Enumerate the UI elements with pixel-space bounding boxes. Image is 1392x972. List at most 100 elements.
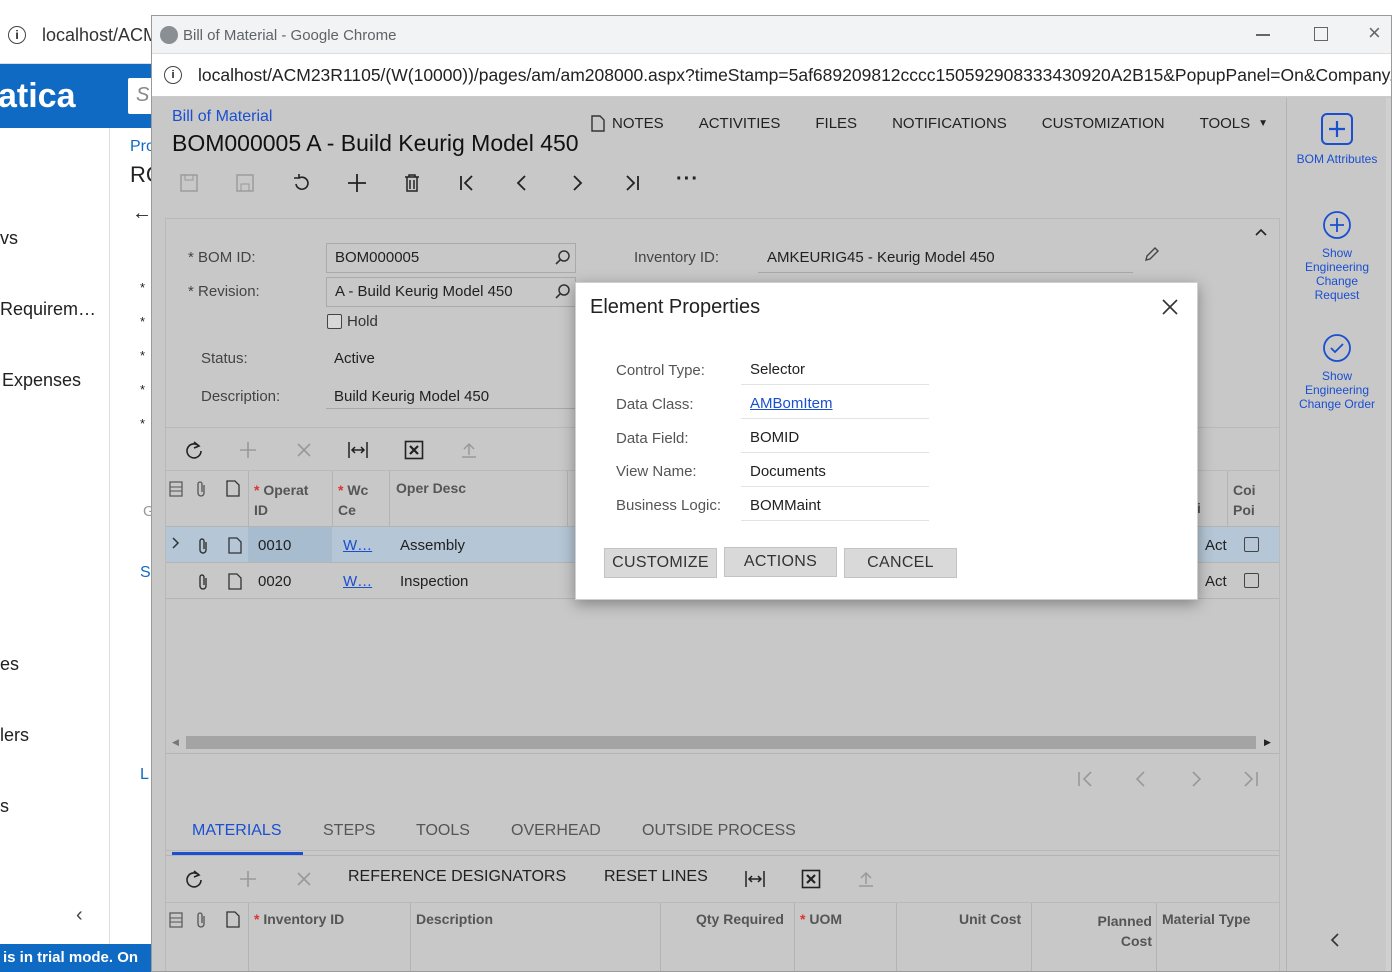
pager-previous-icon[interactable] xyxy=(1132,770,1150,788)
notifications-menu[interactable]: NOTIFICATIONS xyxy=(892,115,1007,132)
last-record-icon[interactable] xyxy=(621,172,643,194)
upload-icon[interactable] xyxy=(459,440,479,460)
right-cell[interactable]: Act xyxy=(1205,537,1227,554)
tools-menu[interactable]: TOOLS xyxy=(1200,115,1251,132)
undo-icon[interactable] xyxy=(290,172,312,194)
collapse-panel-chevron-icon[interactable] xyxy=(1329,932,1341,948)
header-work-center[interactable]: * Wc Ce xyxy=(338,480,378,520)
attachment-icon[interactable] xyxy=(196,573,210,591)
operation-id-cell[interactable]: 0020 xyxy=(258,573,291,590)
delete-icon[interactable] xyxy=(401,172,423,194)
header-uom[interactable]: * UOM xyxy=(800,911,842,927)
close-window-icon[interactable]: × xyxy=(1368,22,1381,44)
excel-export-icon[interactable] xyxy=(404,440,424,460)
bom-attributes-button[interactable]: BOM Attributes xyxy=(1287,112,1387,166)
data-class-link[interactable]: AMBomItem xyxy=(741,393,929,419)
address-bar[interactable]: i localhost/ACM23R1105/(W(10000))/pages/… xyxy=(152,54,1391,97)
refresh-icon[interactable] xyxy=(184,869,204,889)
info-icon[interactable]: i xyxy=(164,66,182,84)
row-checkbox[interactable] xyxy=(1244,537,1259,552)
add-icon[interactable] xyxy=(346,172,368,194)
add-row-icon[interactable] xyxy=(238,869,258,889)
notes-menu[interactable]: NOTES xyxy=(612,115,664,132)
oper-desc-cell[interactable]: Assembly xyxy=(400,537,465,554)
header-planned-cost[interactable]: Planned Cost xyxy=(1086,911,1152,951)
show-eco-button[interactable]: Show Engineering Change Order xyxy=(1287,333,1387,411)
save-close-icon[interactable] xyxy=(178,172,200,194)
next-record-icon[interactable] xyxy=(566,172,588,194)
minimize-icon[interactable] xyxy=(1256,34,1270,36)
header-operation-id[interactable]: * Operat ID xyxy=(254,480,324,520)
reset-lines-button[interactable]: RESET LINES xyxy=(604,868,708,886)
work-center-link[interactable]: W… xyxy=(343,537,372,554)
upload-icon[interactable] xyxy=(856,869,876,889)
nav-item[interactable]: Expenses xyxy=(2,370,81,391)
tab-overhead[interactable]: OVERHEAD xyxy=(511,822,601,840)
collapse-up-icon[interactable] xyxy=(1254,227,1268,237)
note-icon[interactable] xyxy=(228,573,242,590)
edit-pencil-icon[interactable] xyxy=(1143,245,1161,263)
header-right-2[interactable]: Coi Poi xyxy=(1233,480,1267,520)
excel-export-icon[interactable] xyxy=(801,869,821,889)
customize-button[interactable]: CUSTOMIZE xyxy=(604,548,717,578)
bom-id-field[interactable]: BOM000005 xyxy=(326,243,576,273)
row-checkbox[interactable] xyxy=(1244,573,1259,588)
header-qty-required[interactable]: Qty Required xyxy=(696,911,784,927)
revision-field[interactable]: A - Build Keurig Model 450 xyxy=(326,277,576,307)
operation-id-cell[interactable]: 0010 xyxy=(258,537,291,554)
back-arrow-icon[interactable]: ← xyxy=(132,202,152,225)
pager-next-icon[interactable] xyxy=(1187,770,1205,788)
url-text[interactable]: localhost/ACM23R1105/(W(10000))/pages/am… xyxy=(198,65,1391,86)
close-icon[interactable] xyxy=(1161,298,1179,316)
tab-outside-process[interactable]: OUTSIDE PROCESS xyxy=(642,822,796,840)
row-expand-chevron-icon[interactable] xyxy=(171,536,181,550)
background-link-fragment[interactable]: L xyxy=(140,766,149,784)
status-value[interactable]: Active xyxy=(334,350,375,367)
chevron-down-icon[interactable]: ▼ xyxy=(1258,118,1268,129)
oper-desc-cell[interactable]: Inspection xyxy=(400,573,468,590)
work-center-link[interactable]: W… xyxy=(343,573,372,590)
inventory-id-field[interactable]: AMKEURIG45 - Keurig Model 450 xyxy=(758,241,1133,273)
header-description[interactable]: Description xyxy=(416,911,493,927)
tab-tools[interactable]: TOOLS xyxy=(416,822,470,840)
breadcrumb[interactable]: Bill of Material xyxy=(172,108,272,126)
show-ecr-button[interactable]: Show Engineering Change Request xyxy=(1287,210,1387,302)
vertical-scrollbar[interactable] xyxy=(1386,98,1391,971)
hold-checkbox[interactable] xyxy=(327,314,342,329)
header-oper-desc[interactable]: Oper Desc xyxy=(396,480,466,496)
more-icon[interactable]: ··· xyxy=(676,169,699,189)
nav-item[interactable]: lers xyxy=(0,725,29,746)
reference-designators-button[interactable]: REFERENCE DESIGNATORS xyxy=(348,868,566,886)
maximize-icon[interactable] xyxy=(1314,27,1328,41)
add-row-icon[interactable] xyxy=(238,440,258,460)
scroll-right-icon[interactable]: ▶ xyxy=(1264,737,1271,748)
search-icon[interactable] xyxy=(555,284,571,300)
scroll-left-icon[interactable]: ◀ xyxy=(172,737,179,748)
pager-last-icon[interactable] xyxy=(1242,770,1260,788)
nav-item[interactable]: es xyxy=(0,654,19,675)
delete-row-icon[interactable] xyxy=(294,440,314,460)
note-icon[interactable] xyxy=(228,537,242,554)
description-field[interactable]: Build Keurig Model 450 xyxy=(326,379,576,409)
fit-columns-icon[interactable] xyxy=(347,440,369,460)
first-record-icon[interactable] xyxy=(456,172,478,194)
notes-icon[interactable] xyxy=(590,114,606,132)
nav-item[interactable]: s xyxy=(0,796,9,817)
cancel-button[interactable]: CANCEL xyxy=(844,548,957,578)
files-menu[interactable]: FILES xyxy=(815,115,857,132)
save-icon[interactable] xyxy=(234,172,256,194)
tab-materials[interactable]: MATERIALS xyxy=(192,822,282,840)
header-unit-cost[interactable]: Unit Cost xyxy=(959,911,1021,927)
nav-item[interactable]: vs xyxy=(0,228,18,249)
horizontal-scrollbar[interactable]: ◀ ▶ xyxy=(166,732,1279,752)
tab-steps[interactable]: STEPS xyxy=(323,822,375,840)
right-cell[interactable]: Act xyxy=(1205,573,1227,590)
background-link-fragment[interactable]: S xyxy=(140,564,151,582)
header-inventory-id[interactable]: * Inventory ID xyxy=(254,911,344,927)
delete-row-icon[interactable] xyxy=(294,869,314,889)
search-icon[interactable] xyxy=(555,250,571,266)
nav-item[interactable]: Requirem… xyxy=(0,299,96,320)
actions-button[interactable]: ACTIONS xyxy=(724,547,837,577)
header-material-type[interactable]: Material Type xyxy=(1162,911,1250,927)
scrollbar-thumb[interactable] xyxy=(186,736,1256,749)
